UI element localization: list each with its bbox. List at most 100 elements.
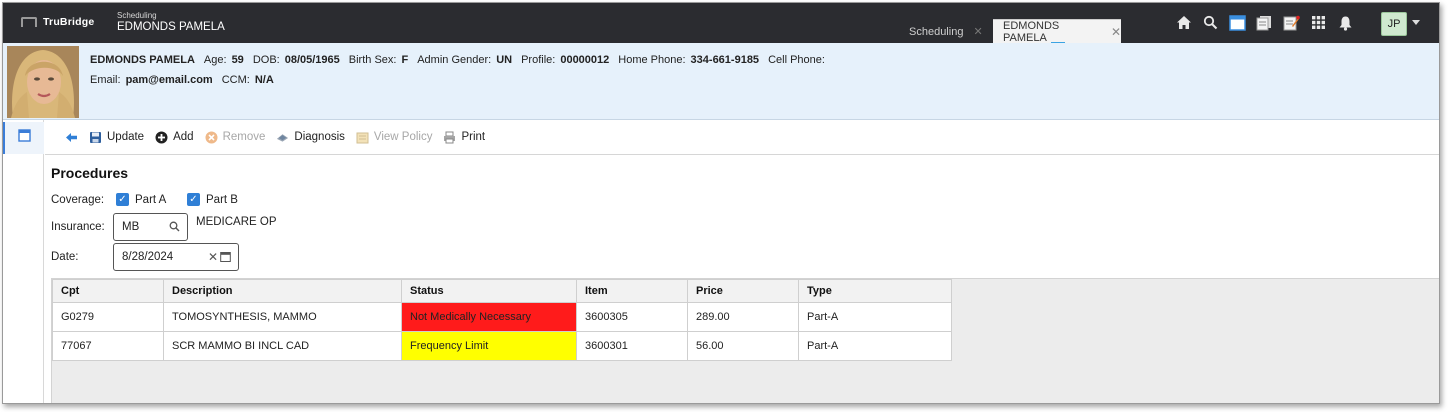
age-value: 59: [231, 54, 244, 66]
email-value: pam@email.com: [125, 74, 213, 86]
dob-value: 08/05/1965: [284, 54, 340, 66]
left-rail: [3, 120, 44, 403]
top-bar: TruBridge Scheduling EDMONDS PAMELA Sche…: [3, 3, 1439, 44]
diagnosis-icon: [276, 131, 289, 144]
insurance-input[interactable]: MB: [113, 213, 188, 241]
back-arrow-icon: [65, 131, 78, 144]
section-title: Procedures: [51, 165, 129, 181]
ccm-label: CCM:: [221, 74, 250, 86]
tab-patient-label: EDMONDS PAMELA: [1003, 20, 1060, 44]
table-row[interactable]: G0279 TOMOSYNTHESIS, MAMMO Not Medically…: [52, 302, 952, 332]
diagnosis-button[interactable]: Diagnosis: [276, 131, 345, 144]
column-header-price[interactable]: Price: [687, 279, 799, 303]
header-icon-bar: [1175, 14, 1354, 31]
notes-icon[interactable]: [1283, 14, 1300, 31]
chevron-down-icon[interactable]: [1412, 20, 1420, 25]
part-b-checkbox[interactable]: ✓ Part B: [187, 193, 238, 206]
user-avatar-button[interactable]: JP: [1381, 12, 1407, 36]
cell-description: SCR MAMMO BI INCL CAD: [163, 331, 402, 361]
add-button[interactable]: Add: [155, 131, 194, 144]
home-phone-value: 334-661-9185: [690, 54, 760, 66]
procedures-grid: Cpt Description Status Item Price Type G…: [51, 278, 1439, 403]
date-input[interactable]: 8/28/2024 ✕: [113, 243, 239, 271]
tab-patient[interactable]: EDMONDS PAMELA ✕: [993, 19, 1121, 44]
cell-phone-label: Cell Phone:: [768, 54, 825, 66]
part-a-checkbox[interactable]: ✓ Part A: [116, 193, 166, 206]
calendar-window-icon[interactable]: [1229, 14, 1246, 31]
remove-label: Remove: [222, 131, 266, 143]
patient-info-row-2: Email: pam@email.com CCM: N/A: [90, 70, 839, 90]
print-button[interactable]: Print: [443, 131, 485, 144]
home-icon[interactable]: [1175, 14, 1192, 31]
profile-label: Profile:: [521, 54, 556, 66]
cell-type: Part-A: [798, 331, 952, 361]
admin-gender-label: Admin Gender:: [417, 54, 492, 66]
patient-name: EDMONDS PAMELA: [90, 54, 195, 66]
birth-sex-label: Birth Sex:: [348, 54, 397, 66]
calendar-icon[interactable]: [220, 251, 231, 265]
cell-description: TOMOSYNTHESIS, MAMMO: [163, 302, 402, 332]
bell-icon[interactable]: [1337, 14, 1354, 31]
part-a-label: Part A: [135, 193, 167, 206]
printer-icon: [443, 131, 456, 144]
column-header-item[interactable]: Item: [576, 279, 688, 303]
ccm-value: N/A: [254, 74, 274, 86]
patient-info-row-1: EDMONDS PAMELA Age: 59 DOB: 08/05/1965 B…: [90, 50, 839, 70]
close-icon[interactable]: ✕: [1111, 25, 1121, 39]
view-policy-label: View Policy: [373, 131, 433, 143]
print-label: Print: [461, 131, 486, 143]
update-button[interactable]: Update: [89, 131, 144, 144]
search-icon[interactable]: [1202, 14, 1219, 31]
back-button[interactable]: [65, 131, 78, 144]
module-name: Scheduling: [117, 11, 157, 20]
cell-price: 56.00: [687, 331, 799, 361]
insurance-label: Insurance:: [51, 221, 105, 233]
cell-cpt: 77067: [52, 331, 164, 361]
column-header-status[interactable]: Status: [401, 279, 577, 303]
tab-scheduling[interactable]: Scheduling ✕: [899, 20, 991, 43]
column-header-type[interactable]: Type: [798, 279, 952, 303]
insurance-description: MEDICARE OP: [196, 216, 277, 228]
app-title: Scheduling EDMONDS PAMELA: [117, 12, 225, 34]
procedures-table: Cpt Description Status Item Price Type G…: [52, 279, 952, 361]
checkbox-checked-icon: ✓: [116, 193, 129, 206]
cell-status: Frequency Limit: [401, 331, 577, 361]
add-circle-icon: [155, 131, 168, 144]
birth-sex-value: F: [401, 54, 409, 66]
profile-value: 00000012: [560, 54, 610, 66]
cell-cpt: G0279: [52, 302, 164, 332]
patient-photo: [7, 46, 79, 118]
view-policy-button[interactable]: View Policy: [356, 131, 433, 144]
clear-icon[interactable]: ✕: [208, 250, 218, 264]
apps-grid-icon[interactable]: [1310, 14, 1327, 31]
procedures-panel: Procedures Coverage: ✓ Part A ✓ Part B I…: [45, 155, 1439, 403]
tab-scheduling-label: Scheduling: [909, 25, 964, 38]
home-phone-label: Home Phone:: [618, 54, 686, 66]
header-patient-name: EDMONDS PAMELA: [117, 21, 225, 33]
coverage-label: Coverage:: [51, 194, 105, 206]
cell-item: 3600301: [576, 331, 688, 361]
remove-button[interactable]: Remove: [205, 131, 266, 144]
table-row[interactable]: 77067 SCR MAMMO BI INCL CAD Frequency Li…: [52, 331, 952, 361]
calendar-icon: [18, 129, 31, 147]
cell-item: 3600305: [576, 302, 688, 332]
cell-status: Not Medically Necessary: [401, 302, 577, 332]
brand-logo: TruBridge: [21, 16, 94, 28]
save-icon: [89, 131, 102, 144]
documents-icon[interactable]: [1256, 14, 1273, 31]
patient-banner: EDMONDS PAMELA Age: 59 DOB: 08/05/1965 B…: [3, 43, 1439, 120]
search-icon[interactable]: [169, 221, 180, 235]
close-icon[interactable]: ✕: [973, 25, 982, 38]
table-header-row: Cpt Description Status Item Price Type: [52, 279, 952, 303]
checkbox-checked-icon: ✓: [187, 193, 200, 206]
cell-price: 289.00: [687, 302, 799, 332]
rail-item-schedule[interactable]: [3, 122, 44, 154]
diagnosis-label: Diagnosis: [294, 131, 345, 143]
email-label: Email:: [90, 74, 121, 86]
age-label: Age:: [203, 54, 227, 66]
add-label: Add: [173, 131, 194, 143]
column-header-description[interactable]: Description: [163, 279, 402, 303]
update-label: Update: [107, 131, 145, 143]
column-header-cpt[interactable]: Cpt: [52, 279, 164, 303]
policy-icon: [356, 131, 369, 144]
